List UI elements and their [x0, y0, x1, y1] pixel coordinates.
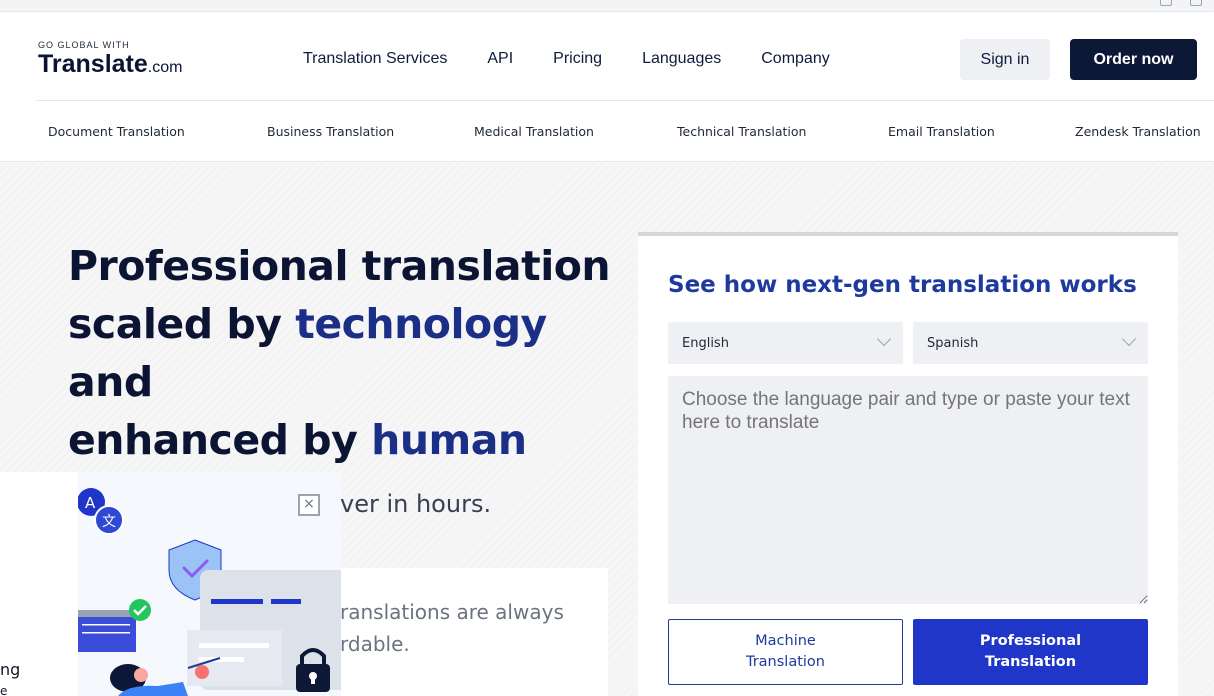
- logo-name: Translate: [38, 50, 148, 78]
- headline-line-3a: enhanced by: [68, 416, 372, 464]
- left-panel-text: ng: [0, 660, 21, 679]
- pro-label-1: Professional: [979, 633, 1082, 649]
- source-language-select[interactable]: English: [668, 322, 903, 364]
- left-panel-text-2: e: [0, 684, 8, 696]
- browser-icons: [1160, 0, 1202, 6]
- chinese-char-icon: 文: [102, 514, 116, 530]
- machine-label-2: Translation: [745, 654, 825, 670]
- site-header: GO GLOBAL WITH Translate.com Translation…: [0, 12, 1214, 162]
- translation-widget: See how next-gen translation works Engli…: [638, 232, 1178, 696]
- subnav-email-translation[interactable]: Email Translation: [888, 124, 995, 139]
- nav-divider: [37, 100, 1214, 101]
- logo-tagline: GO GLOBAL WITH: [38, 40, 130, 50]
- target-language-value: Spanish: [927, 336, 979, 351]
- nav-languages[interactable]: Languages: [642, 50, 721, 68]
- check-circle-icon: [129, 599, 151, 621]
- nav-translation-services[interactable]: Translation Services: [303, 50, 447, 68]
- nav-company[interactable]: Company: [761, 50, 829, 68]
- subnav-technical-translation[interactable]: Technical Translation: [677, 124, 806, 139]
- hero-subtitle: ver in hours.: [340, 490, 492, 518]
- headline-highlight-technology: technology: [295, 300, 547, 348]
- pro-label-2: Translation: [984, 654, 1077, 670]
- logo-wordmark: Translate.com: [38, 51, 182, 81]
- sign-in-button[interactable]: Sign in: [960, 39, 1050, 80]
- headline-line-2c: and: [68, 358, 153, 406]
- info-line-1: ranslations are always: [340, 600, 564, 624]
- left-offscreen-panel: ng e: [0, 472, 78, 696]
- chevron-down-icon: [876, 331, 892, 347]
- professional-translation-button[interactable]: Professional Translation: [913, 619, 1148, 685]
- nav-api[interactable]: API: [487, 50, 513, 68]
- letter-a-icon: A: [85, 494, 96, 512]
- window-icon[interactable]: [1190, 0, 1202, 6]
- logo-suffix: .com: [147, 59, 183, 76]
- chevron-down-icon: [1121, 331, 1137, 347]
- translation-illustration: A 文: [78, 488, 341, 696]
- source-language-value: English: [682, 336, 729, 351]
- subnav-zendesk-translation[interactable]: Zendesk Translation: [1075, 124, 1201, 139]
- nav-pricing[interactable]: Pricing: [553, 50, 602, 68]
- machine-label-1: Machine: [755, 633, 816, 649]
- main-nav: Translation Services API Pricing Languag…: [303, 50, 870, 68]
- order-now-button[interactable]: Order now: [1070, 39, 1197, 80]
- subnav-document-translation[interactable]: Document Translation: [48, 124, 185, 139]
- headline-line-2a: scaled by: [68, 300, 296, 348]
- widget-title: See how next-gen translation works: [668, 272, 1137, 298]
- machine-translation-button[interactable]: Machine Translation: [668, 619, 903, 685]
- info-line-2: rdable.: [340, 632, 410, 656]
- headline-line-1: Professional translation: [68, 242, 611, 290]
- source-text-input[interactable]: [668, 376, 1148, 604]
- hero-info-card: ranslations are always rdable.: [320, 568, 608, 696]
- promo-popup: × A 文: [78, 472, 341, 696]
- headline-highlight-human: human: [371, 416, 527, 464]
- browser-top-strip: [0, 0, 1214, 12]
- logo[interactable]: GO GLOBAL WITH Translate.com: [38, 40, 182, 81]
- target-language-select[interactable]: Spanish: [913, 322, 1148, 364]
- subnav-medical-translation[interactable]: Medical Translation: [474, 124, 594, 139]
- window-icon[interactable]: [1160, 0, 1172, 6]
- hero-info-text: ranslations are always rdable.: [340, 596, 564, 660]
- subnav-business-translation[interactable]: Business Translation: [267, 124, 394, 139]
